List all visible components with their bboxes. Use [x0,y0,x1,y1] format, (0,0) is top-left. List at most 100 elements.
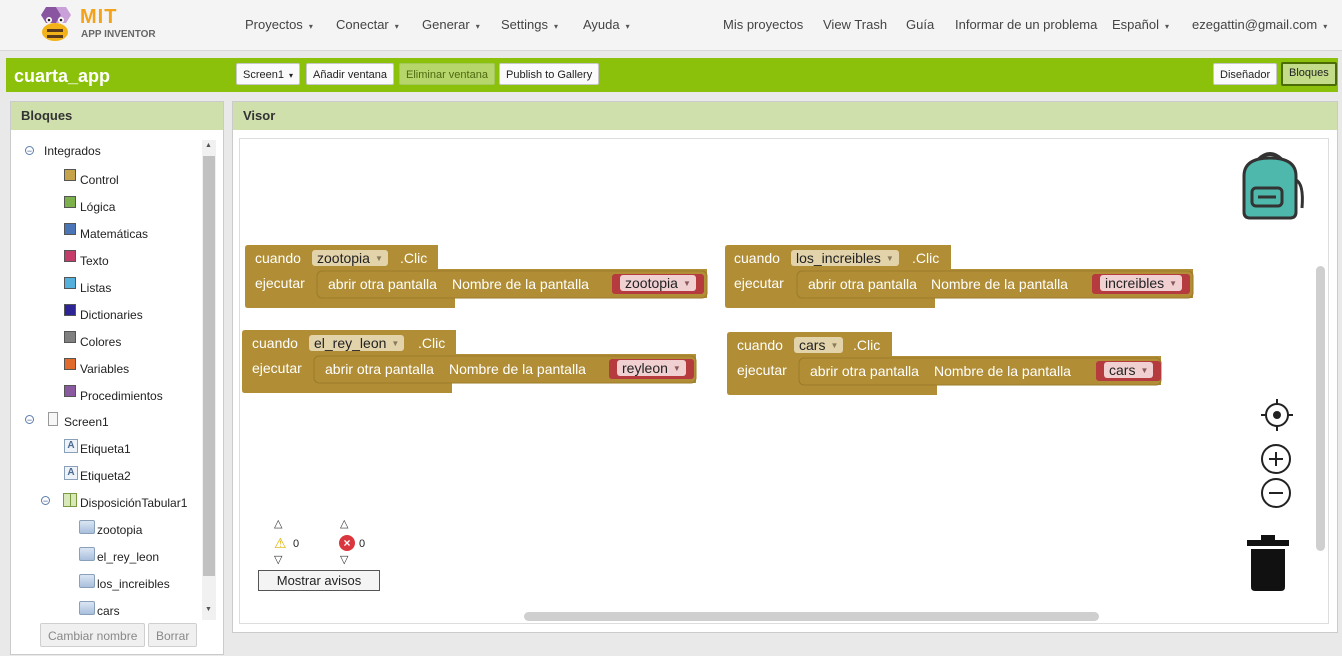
backpack-icon[interactable] [1234,150,1306,222]
menu-conectar[interactable]: Conectar ▾ [336,17,399,32]
block-action-label: abrir otra pantalla [810,363,919,379]
dropdown-arrow-icon: ▼ [682,279,691,289]
dropdown-arrow-icon: ▼ [885,254,894,264]
block-param-label: Nombre de la pantalla [931,276,1068,292]
app-inventor-logo[interactable]: MIT APP INVENTOR [34,5,164,45]
publish-gallery-button[interactable]: Publish to Gallery [499,63,600,85]
screen-name-dropdown[interactable]: increibles ▼ [1100,275,1183,291]
category-2[interactable]: Matemáticas [80,227,148,241]
tree-zootopia[interactable]: zootopia [97,523,142,537]
menu-ayuda[interactable]: Ayuda ▾ [583,17,630,32]
show-warnings-button[interactable]: Mostrar avisos [258,570,380,591]
menu-proyectos[interactable]: Proyectos ▾ [245,17,313,32]
menu-settings[interactable]: Settings ▾ [501,17,558,32]
screen-name-dropdown[interactable]: reyleon ▼ [617,360,686,376]
caret-down-icon: ▾ [625,22,630,31]
dropdown-arrow-icon: ▼ [374,254,383,264]
link-guia[interactable]: Guía [906,17,934,32]
link-report-problem[interactable]: Informar de un problema [955,17,1097,32]
dropdown-arrow-icon: ▼ [1140,366,1149,376]
string-block-value[interactable]: increibles ▼ [1092,274,1191,294]
block-when-label: cuando [255,250,301,266]
string-block-value[interactable]: reyleon ▼ [609,359,694,379]
category-3[interactable]: Texto [80,254,109,268]
screen-name-dropdown[interactable]: cars ▼ [1104,362,1154,378]
category-5[interactable]: Dictionaries [80,308,143,322]
add-screen-button[interactable]: Añadir ventana [306,63,394,85]
block-action-label: abrir otra pantalla [325,361,434,377]
block-when-label: cuando [734,250,780,266]
blocks-button[interactable]: Bloques [1281,62,1337,86]
warning-count: 0 [293,538,300,550]
block-event-label: .Clic [853,337,881,353]
screen-name-dropdown[interactable]: zootopia ▼ [620,275,696,291]
scrollbar-thumb[interactable] [203,156,215,576]
remove-screen-button[interactable]: Eliminar ventana [399,63,495,85]
tree-los-increibles[interactable]: los_increibles [97,577,170,591]
block-event-label: .Clic [400,250,428,266]
caret-down-icon: ▾ [308,22,313,31]
category-color-swatch [64,304,76,316]
warning-up-arrow-icon[interactable]: △ [274,517,282,530]
collapse-icon[interactable]: − [25,146,34,156]
tree-builtin[interactable]: Integrados [44,144,101,158]
project-name: cuarta_app [14,66,111,86]
category-8[interactable]: Procedimientos [80,389,163,403]
tree-scrollbar[interactable]: ▲ ▼ [202,140,216,620]
scroll-up-icon[interactable]: ▲ [205,142,212,149]
rename-button[interactable]: Cambiar nombre [40,623,146,647]
component-dropdown[interactable]: cars ▼ [794,337,844,353]
workspace-vertical-scrollbar[interactable] [1316,266,1325,551]
category-color-swatch [64,358,76,370]
menu-generar[interactable]: Generar ▾ [422,17,480,32]
label-icon: A [64,439,78,453]
delete-button[interactable]: Borrar [148,623,198,647]
tree-cars[interactable]: cars [97,604,120,618]
category-6[interactable]: Colores [80,335,121,349]
component-dropdown[interactable]: zootopia ▼ [312,250,388,266]
dropdown-arrow-icon: ▼ [830,341,839,351]
trash-icon[interactable] [1247,535,1289,593]
tree-screen1[interactable]: Screen1 [64,415,109,429]
tree-el-rey-leon[interactable]: el_rey_leon [97,550,159,564]
block-do-label: ejecutar [252,360,302,376]
blocks-panel-title: Bloques [11,102,223,130]
dropdown-arrow-icon: ▼ [391,339,400,349]
link-view-trash[interactable]: View Trash [823,17,887,32]
zoom-out-icon[interactable] [1260,477,1292,509]
component-dropdown[interactable]: el_rey_leon ▼ [309,335,405,351]
category-7[interactable]: Variables [80,362,129,376]
blocks-panel: Bloques − Integrados − Screen1 A Etiquet… [10,101,224,655]
component-dropdown[interactable]: los_increibles ▼ [791,250,899,266]
tree-tabular-arrangement[interactable]: DisposiciónTabular1 [80,496,187,510]
menu-language[interactable]: Español ▾ [1112,17,1169,32]
collapse-icon[interactable]: − [41,496,50,506]
caret-down-icon: ▾ [475,22,480,31]
scroll-down-icon[interactable]: ▼ [205,606,212,613]
category-color-swatch [64,331,76,343]
designer-button[interactable]: Diseñador [1213,63,1278,85]
category-0[interactable]: Control [80,173,119,187]
error-up-arrow-icon[interactable]: △ [340,517,348,530]
table-arrangement-icon [63,493,77,507]
string-block-value[interactable]: zootopia ▼ [612,274,704,294]
error-down-arrow-icon[interactable]: ▽ [340,553,348,566]
category-1[interactable]: Lógica [80,200,115,214]
zoom-in-icon[interactable] [1260,443,1292,475]
screen-selector[interactable]: Screen1 ▾ [236,63,300,85]
block-event-label: .Clic [912,250,940,266]
tree-etiqueta1[interactable]: Etiqueta1 [80,442,131,456]
project-toolbar: cuarta_app Screen1 ▾ Añadir ventana Elimi… [6,58,1338,92]
workspace-horizontal-scrollbar[interactable] [524,612,1099,621]
string-block-value[interactable]: cars ▼ [1096,361,1162,381]
block-param-label: Nombre de la pantalla [449,361,586,377]
collapse-icon[interactable]: − [25,415,34,425]
caret-down-icon: ▾ [1164,22,1169,31]
tree-etiqueta2[interactable]: Etiqueta2 [80,469,131,483]
link-mis-proyectos[interactable]: Mis proyectos [723,17,803,32]
warning-down-arrow-icon[interactable]: ▽ [274,553,282,566]
caret-down-icon: ▾ [1323,22,1328,31]
recenter-icon[interactable] [1261,399,1293,431]
menu-user-account[interactable]: ezegattin@gmail.com ▾ [1192,17,1327,32]
category-4[interactable]: Listas [80,281,111,295]
